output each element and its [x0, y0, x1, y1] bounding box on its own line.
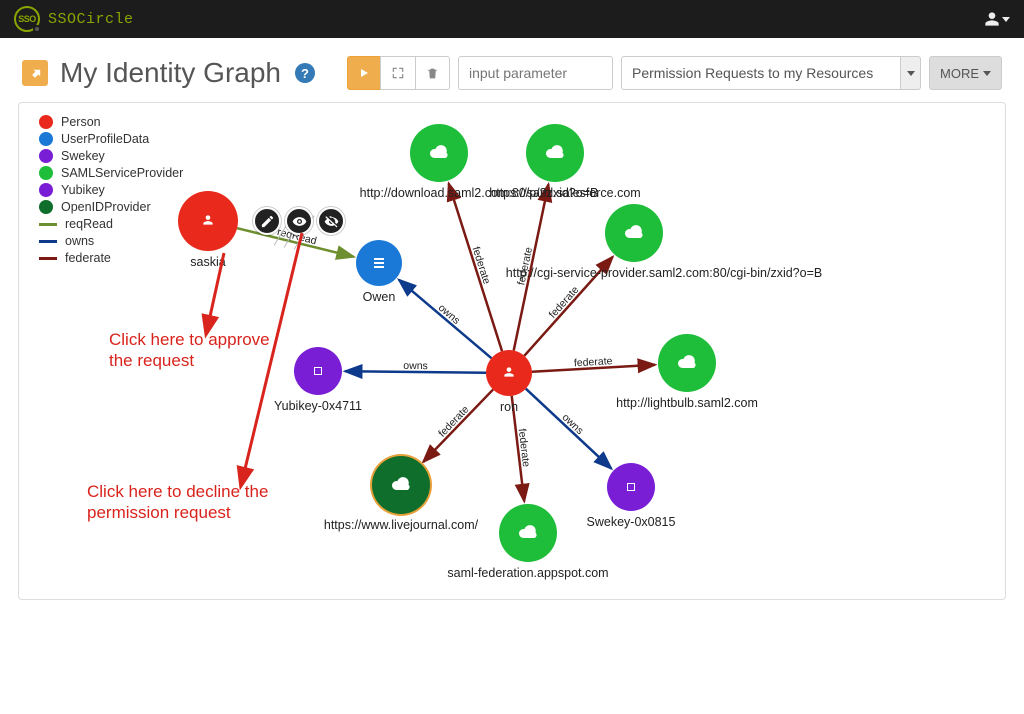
- query-select-caret[interactable]: [901, 56, 921, 90]
- node-glyph-icon: [627, 483, 635, 491]
- node-glyph-icon: [314, 367, 322, 375]
- expand-button[interactable]: [380, 56, 416, 90]
- brand-logo[interactable]: SSO: [14, 6, 40, 32]
- action-decline[interactable]: [317, 207, 345, 235]
- more-button[interactable]: MORE: [929, 56, 1002, 90]
- node-glyph-icon: [625, 225, 643, 242]
- node-glyph-icon: [430, 145, 448, 162]
- node-label-saskia: saskia: [190, 255, 225, 269]
- node-glyph-icon: [374, 258, 384, 268]
- node-glyph-icon: [519, 525, 537, 542]
- graph-panel: PersonUserProfileDataSwekeySAMLServicePr…: [18, 102, 1006, 600]
- node-salesforce[interactable]: [526, 124, 584, 182]
- node-ron[interactable]: [486, 350, 532, 396]
- brand-name[interactable]: SSOCircle: [48, 11, 134, 28]
- delete-button[interactable]: [415, 56, 450, 90]
- node-lj[interactable]: [372, 456, 430, 514]
- page-title: My Identity Graph: [60, 57, 281, 89]
- toolbar-group: [347, 56, 450, 90]
- node-yubikey[interactable]: [294, 347, 342, 395]
- node-label-salesforce: https://saml.salesforce.com: [489, 186, 640, 200]
- node-samlfed[interactable]: [499, 504, 557, 562]
- node-cgi[interactable]: [605, 204, 663, 262]
- play-button[interactable]: [347, 56, 381, 90]
- pencil-icon: [260, 214, 275, 229]
- node-download[interactable]: [410, 124, 468, 182]
- query-select[interactable]: Permission Requests to my Resources: [621, 56, 921, 90]
- node-label-lightbulb: http://lightbulb.saml2.com: [616, 396, 758, 410]
- chevron-down-icon: [907, 71, 915, 76]
- annotation-approve: Click here to approve the request: [109, 329, 279, 372]
- header-row: My Identity Graph ? Permission Requests …: [0, 38, 1024, 98]
- share-icon[interactable]: [22, 60, 48, 86]
- eye-off-icon: [324, 214, 339, 229]
- node-glyph-icon: [678, 355, 696, 372]
- navbar: SSO SSOCircle: [0, 0, 1024, 38]
- caret-down-icon: [983, 71, 991, 76]
- node-lightbulb[interactable]: [658, 334, 716, 392]
- more-button-label: MORE: [940, 66, 979, 81]
- expand-icon: [391, 66, 405, 80]
- action-edit[interactable]: [253, 207, 281, 235]
- node-glyph-icon: [546, 145, 564, 162]
- node-label-swekey: Swekey-0x0815: [587, 515, 676, 529]
- node-glyph-icon: [502, 365, 516, 382]
- node-label-samlfed: saml-federation.appspot.com: [447, 566, 608, 580]
- node-owen[interactable]: [356, 240, 402, 286]
- node-glyph-icon: [201, 213, 215, 230]
- user-menu[interactable]: [984, 11, 1010, 27]
- node-swekey[interactable]: [607, 463, 655, 511]
- action-approve[interactable]: [285, 207, 313, 235]
- node-label-ron: ron: [500, 400, 518, 414]
- eye-icon: [292, 214, 307, 229]
- trash-icon: [426, 67, 439, 80]
- node-label-owen: Owen: [363, 290, 396, 304]
- brand-logo-text: SSO: [18, 14, 36, 24]
- input-parameter[interactable]: [458, 56, 613, 90]
- node-glyph-icon: [392, 477, 410, 494]
- annotation-decline: Click here to decline the permission req…: [87, 481, 287, 524]
- node-label-yubikey: Yubikey-0x4711: [274, 399, 362, 413]
- brand-logo-dot-icon: [33, 25, 41, 33]
- node-label-cgi: http://cgi-service-provider.saml2.com:80…: [506, 266, 822, 280]
- caret-down-icon: [1002, 17, 1010, 22]
- user-icon: [984, 11, 1000, 27]
- node-label-lj: https://www.livejournal.com/: [324, 518, 478, 532]
- node-saskia[interactable]: [178, 191, 238, 251]
- help-icon[interactable]: ?: [295, 63, 315, 83]
- query-select-value: Permission Requests to my Resources: [621, 56, 901, 90]
- play-icon: [358, 67, 370, 79]
